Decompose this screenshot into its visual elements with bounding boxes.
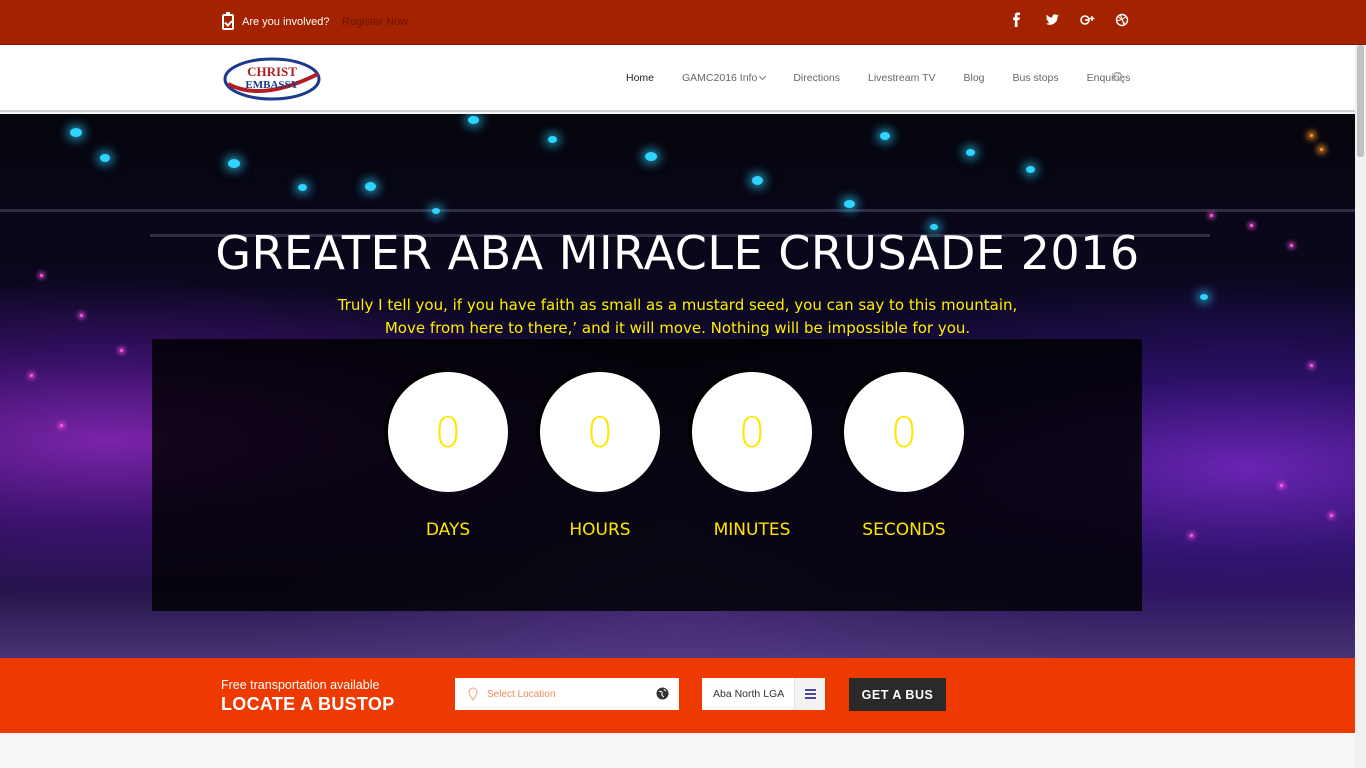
stage-light: [548, 136, 557, 143]
stage-sparkle: [30, 374, 33, 377]
stage-sparkle: [80, 314, 83, 317]
countdown-seconds-value: 0: [844, 372, 964, 492]
stage-light: [880, 132, 890, 140]
stage-sparkle: [60, 424, 63, 427]
lga-select[interactable]: Aba North LGA: [702, 678, 825, 710]
hero-title: GREATER ABA MIRACLE CRUSADE 2016: [215, 226, 1140, 280]
countdown-days-value: 0: [388, 372, 508, 492]
stage-light: [228, 159, 240, 168]
location-field: [455, 678, 679, 710]
stage-light: [468, 116, 479, 124]
stage-light: [432, 208, 440, 214]
site-header: CHRIST EMBASSY Home GAMC2016 Info Direct…: [0, 45, 1355, 112]
countdown-minutes-value: 0: [692, 372, 812, 492]
stage-sparkle: [1310, 364, 1313, 367]
locate-bustop-title: LOCATE A BUSTOP: [221, 694, 395, 714]
get-a-bus-button[interactable]: GET A BUS: [849, 678, 946, 711]
involved-text: Are you involved?: [242, 16, 330, 28]
facebook-icon[interactable]: [1008, 11, 1026, 29]
stage-light: [100, 154, 110, 162]
lga-selected-value: Aba North LGA: [713, 688, 785, 700]
stage-sparkle: [1210, 214, 1213, 217]
stage-light: [1026, 166, 1035, 173]
stage-light: [70, 128, 82, 137]
twitter-icon[interactable]: [1043, 11, 1061, 29]
stage-sparkle: [1330, 514, 1333, 517]
nav-livestream-tv[interactable]: Livestream TV: [854, 72, 950, 84]
dribbble-icon[interactable]: [1113, 11, 1131, 29]
countdown-days: 0 DAYS: [386, 372, 510, 540]
stage-light: [645, 152, 657, 161]
nav-home[interactable]: Home: [612, 72, 668, 84]
stage-light: [1200, 294, 1208, 300]
stage-light: [752, 176, 763, 185]
christ-embassy-logo[interactable]: CHRIST EMBASSY: [222, 54, 322, 104]
countdown-minutes-label: MINUTES: [713, 520, 791, 540]
top-bar: Are you involved? Register Now: [0, 0, 1366, 45]
countdown-hours: 0 HOURS: [538, 372, 662, 540]
nav-enquiries[interactable]: Enquiries: [1073, 72, 1145, 84]
scrollbar-thumb[interactable]: [1357, 45, 1364, 157]
stage-light: [298, 184, 307, 191]
globe-icon[interactable]: [656, 687, 669, 700]
social-links: [1008, 11, 1131, 29]
involved-notice: Are you involved?: [222, 12, 330, 30]
stage-sparkle: [1280, 484, 1283, 487]
countdown-seconds: 0 SECONDS: [842, 372, 966, 540]
stage-light: [365, 182, 376, 191]
countdown-seconds-label: SECONDS: [862, 520, 946, 540]
logo-line2: EMBASSY: [245, 79, 298, 91]
stage-sparkle: [1190, 534, 1193, 537]
countdown-minutes: 0 MINUTES: [690, 372, 814, 540]
stage-sparkle: [120, 349, 123, 352]
countdown-hours-label: HOURS: [569, 520, 631, 540]
stage-truss: [0, 209, 1355, 212]
countdown-hours-value: 0: [540, 372, 660, 492]
search-icon[interactable]: [1112, 71, 1126, 85]
nav-blog[interactable]: Blog: [950, 72, 999, 84]
google-plus-icon[interactable]: [1078, 11, 1096, 29]
location-input[interactable]: [455, 678, 650, 710]
nav-bus-stops[interactable]: Bus stops: [999, 72, 1073, 84]
free-transport-text: Free transportation available: [221, 678, 380, 692]
main-nav: Home GAMC2016 Info Directions Livestream…: [612, 72, 1144, 84]
menu-icon[interactable]: [794, 678, 825, 710]
chevron-down-icon: [759, 72, 767, 81]
countdown-days-label: DAYS: [425, 520, 471, 540]
countdown-panel: 0 DAYS 0 HOURS 0 MINUTES 0 SECONDS: [152, 339, 1142, 611]
clipboard-icon: [222, 12, 234, 30]
logo-line1: CHRIST: [247, 64, 297, 79]
register-now-link[interactable]: Register Now: [342, 16, 408, 28]
locate-bustop-bar: Free transportation available LOCATE A B…: [0, 658, 1355, 733]
stage-light: [844, 200, 855, 208]
nav-gamc2016-info-label: GAMC2016 Info: [682, 72, 758, 84]
content-area: [0, 733, 1355, 768]
nav-directions[interactable]: Directions: [779, 72, 854, 84]
stage-sparkle: [1320, 148, 1323, 151]
stage-light: [966, 149, 975, 156]
hero-quote: Truly I tell you, if you have faith as s…: [337, 296, 1018, 337]
nav-gamc2016-info[interactable]: GAMC2016 Info: [668, 72, 779, 84]
stage-sparkle: [1310, 134, 1313, 137]
page-scrollbar[interactable]: [1355, 45, 1366, 768]
hero-banner: GREATER ABA MIRACLE CRUSADE 2016 Truly I…: [0, 114, 1355, 658]
